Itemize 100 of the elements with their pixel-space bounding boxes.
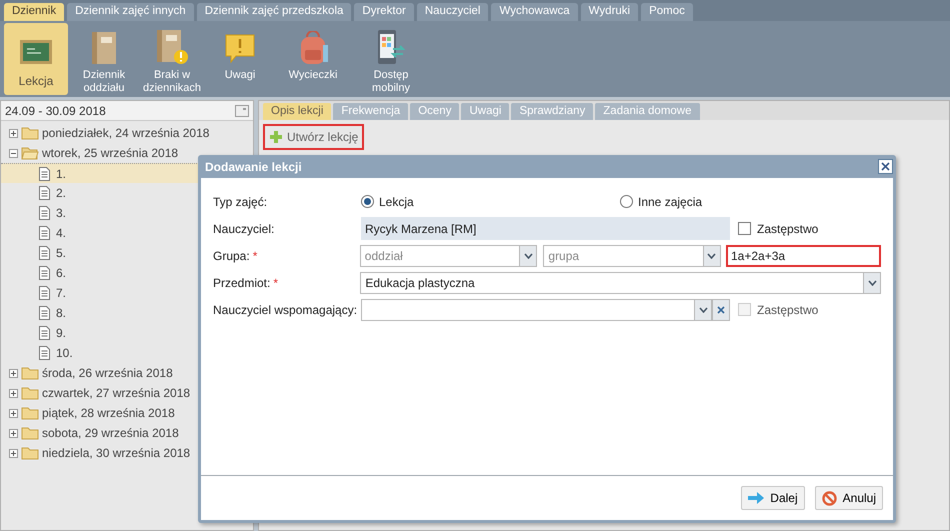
caret-icon — [707, 252, 716, 258]
radio-label: Inne zajęcia — [638, 194, 702, 210]
field-label: Grupa: — [213, 248, 250, 264]
caret-icon — [524, 252, 533, 258]
document-icon — [39, 326, 50, 340]
menu-tab[interactable]: Dziennik — [4, 3, 64, 21]
radio-button[interactable] — [620, 195, 633, 208]
toolbar-button[interactable]: Dziennik oddziału — [72, 23, 136, 95]
document-icon — [39, 226, 50, 240]
toolbar-label: Dziennik oddziału — [82, 69, 126, 95]
toolbar-label: Uwagi — [224, 69, 256, 82]
expand-icon[interactable] — [9, 388, 18, 398]
expand-icon[interactable] — [9, 408, 18, 418]
tree-item-label: piątek, 28 września 2018 — [42, 405, 175, 422]
tree-item[interactable]: czwartek, 27 września 2018 — [1, 383, 253, 403]
lesson-label: 5. — [56, 245, 66, 262]
caret-icon — [868, 280, 876, 286]
folder-icon — [21, 366, 39, 380]
document-icon — [39, 306, 50, 320]
calendar-icon[interactable] — [235, 104, 249, 116]
clear-button[interactable] — [712, 298, 730, 320]
document-icon — [39, 286, 50, 300]
create-lesson-button[interactable]: Utwórz lekcję — [263, 124, 364, 150]
lesson-label: 3. — [56, 205, 66, 222]
toolbar-button[interactable]: Braki w dziennikach — [140, 23, 204, 95]
toolbar-button[interactable]: Lekcja — [4, 23, 68, 95]
field-label: Nauczyciel: — [213, 220, 276, 238]
tree-item-label: wtorek, 25 września 2018 — [42, 145, 178, 162]
cancel-button[interactable]: Anuluj — [814, 486, 883, 510]
next-button[interactable]: Dalej — [741, 486, 805, 510]
toolbar-label: Dostęp mobilny — [371, 69, 411, 95]
expand-icon[interactable] — [9, 368, 18, 378]
warning-note-icon — [224, 33, 256, 65]
toolbar-label: Braki w dziennikach — [142, 69, 202, 95]
teacher-field: Rycyk Marzena [RM] — [361, 217, 730, 240]
lesson-item[interactable]: 9. — [1, 323, 253, 343]
lesson-tab[interactable]: Opis lekcji — [263, 103, 332, 120]
checkbox-label: Zastępstwo — [757, 302, 818, 318]
radio-label: Lekcja — [379, 194, 414, 210]
tree-item-label: niedziela, 30 września 2018 — [42, 445, 190, 462]
lesson-label: 4. — [56, 225, 66, 242]
document-icon — [39, 266, 50, 280]
open-folder-icon — [21, 146, 39, 160]
group-name-field[interactable]: 1a+2a+3a — [726, 244, 881, 266]
book-icon — [90, 31, 118, 65]
close-icon — [881, 162, 890, 171]
document-icon — [39, 346, 50, 360]
toolbar-button[interactable]: Dostęp mobilny — [354, 23, 428, 95]
folder-icon — [21, 426, 39, 440]
document-icon — [39, 206, 50, 220]
field-label: Typ zajęć: — [213, 194, 268, 210]
lesson-label: 2. — [56, 185, 66, 202]
lesson-label: 9. — [56, 325, 66, 342]
collapse-icon[interactable] — [9, 148, 18, 158]
mobile-phone-icon — [375, 29, 407, 65]
book-warning-icon — [155, 29, 189, 65]
week-range: 24.09 - 30.09 2018 — [5, 102, 106, 120]
group-select[interactable]: grupa — [543, 244, 721, 266]
required-mark: * — [252, 248, 258, 264]
lesson-label: 10. — [56, 345, 73, 362]
caret-icon — [698, 306, 708, 312]
toolbar-button[interactable]: Uwagi — [208, 23, 272, 95]
tree-item-label: czwartek, 27 września 2018 — [42, 385, 190, 402]
checkbox[interactable] — [738, 222, 751, 235]
subject-select[interactable]: Edukacja plastyczna — [360, 272, 881, 294]
tree-item-label: sobota, 29 września 2018 — [42, 425, 179, 442]
document-icon — [39, 246, 50, 260]
required-mark: * — [273, 274, 278, 292]
document-icon — [39, 186, 50, 200]
folder-icon — [21, 126, 39, 140]
tree-item[interactable]: piątek, 28 września 2018 — [1, 403, 253, 423]
folder-icon — [21, 406, 39, 420]
plus-icon — [269, 130, 283, 144]
lesson-label: 6. — [56, 265, 66, 282]
lesson-label: 8. — [56, 305, 66, 322]
toolbar-label: Lekcja — [18, 75, 54, 88]
expand-icon[interactable] — [9, 428, 18, 438]
tree-item[interactable]: sobota, 29 września 2018 — [1, 423, 253, 443]
document-icon — [39, 166, 50, 180]
radio-button[interactable] — [361, 195, 374, 208]
chalkboard-icon — [19, 39, 53, 65]
tree-item[interactable]: poniedziałek, 24 września 2018 — [1, 123, 253, 143]
folder-icon — [21, 446, 39, 460]
tree-item[interactable]: niedziela, 30 września 2018 — [1, 443, 253, 463]
tree-item[interactable]: środa, 26 września 2018 — [1, 363, 253, 383]
toolbar-button[interactable]: Wycieczki — [276, 23, 350, 95]
clear-icon — [717, 306, 725, 314]
lesson-item[interactable]: 10. — [1, 343, 253, 363]
expand-icon[interactable] — [9, 128, 18, 138]
field-label: Przedmiot: — [213, 274, 270, 292]
prohibited-icon — [822, 490, 837, 506]
arrow-right-icon — [748, 492, 764, 504]
tree-item-label: poniedziałek, 24 września 2018 — [42, 125, 210, 142]
close-button[interactable] — [878, 159, 893, 174]
expand-icon[interactable] — [9, 448, 18, 458]
folder-icon — [21, 386, 39, 400]
field-label: Nauczyciel wspomagający: — [213, 302, 358, 316]
lesson-label: 7. — [56, 285, 66, 302]
class-select[interactable]: oddział — [360, 244, 538, 266]
checkbox-label: Zastępstwo — [757, 220, 818, 238]
